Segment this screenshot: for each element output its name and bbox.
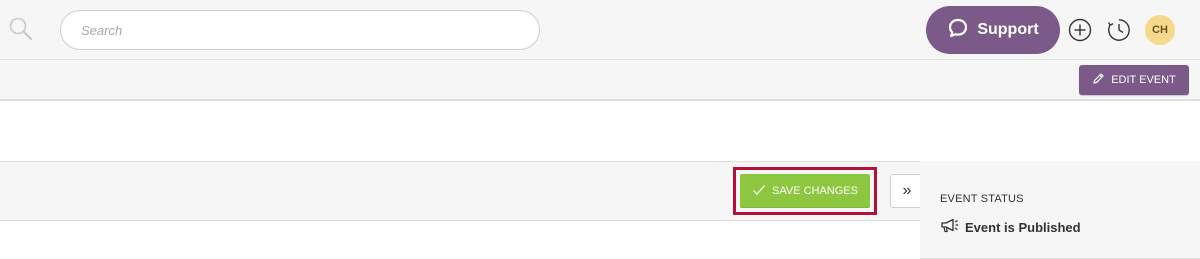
top-bar: Support CH (0, 0, 1200, 60)
checkmark-icon (752, 183, 766, 200)
pencil-icon (1092, 72, 1105, 88)
search-input[interactable] (60, 10, 540, 50)
megaphone-icon (940, 218, 959, 236)
double-chevron-right-icon: » (902, 182, 912, 199)
support-button[interactable]: Support (926, 6, 1060, 54)
history-clock-icon[interactable] (1107, 18, 1131, 42)
edit-event-button[interactable]: EDIT EVENT (1079, 65, 1189, 95)
action-bar: SAVE CHANGES » (0, 161, 924, 221)
event-status-row: Event is Published (940, 218, 1081, 236)
event-toolbar: EDIT EVENT (0, 60, 1200, 101)
collapse-panel-button[interactable]: » (890, 174, 924, 208)
save-changes-button[interactable]: SAVE CHANGES (740, 174, 870, 208)
event-status-heading: EVENT STATUS (940, 193, 1024, 205)
event-status-panel: EVENT STATUS Event is Published (920, 161, 1200, 259)
event-status-text: Event is Published (965, 219, 1081, 235)
edit-event-label: EDIT EVENT (1111, 74, 1176, 86)
speech-bubble-icon (947, 17, 969, 44)
plus-circle-icon[interactable] (1068, 18, 1092, 42)
support-label: Support (977, 21, 1039, 38)
content-area (0, 103, 1200, 161)
save-changes-label: SAVE CHANGES (772, 185, 858, 197)
avatar-initials: CH (1152, 24, 1168, 36)
search-icon[interactable] (8, 16, 34, 42)
user-avatar[interactable]: CH (1145, 15, 1175, 45)
